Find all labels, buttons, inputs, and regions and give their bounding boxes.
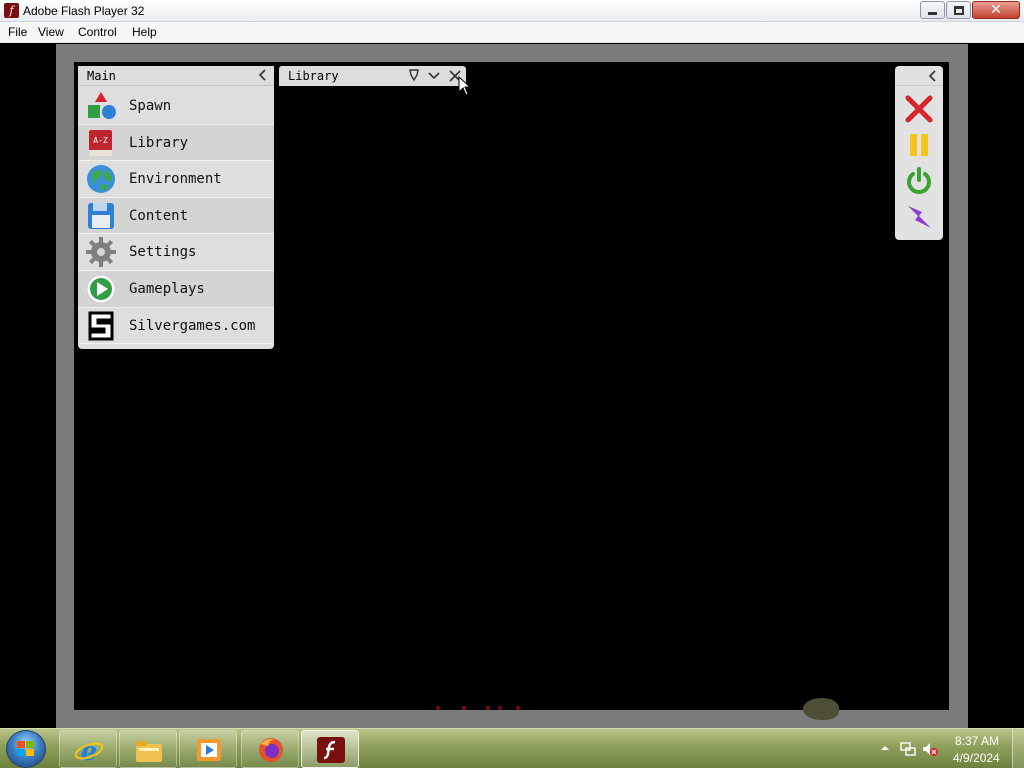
menu-row-library[interactable]: A-Z Library [78,124,274,162]
file-explorer-icon [136,741,162,762]
menu-label: Gameplays [129,280,205,297]
taskbar-media-player[interactable] [179,730,237,768]
floppy-disk-icon [88,202,114,229]
pause-icon[interactable] [904,130,934,160]
taskbar-internet-explorer[interactable]: e [59,730,117,768]
close-icon: ✕ [990,2,1002,18]
main-panel-title: Main [87,69,116,83]
network-icon[interactable] [900,741,916,757]
x-icon[interactable] [904,94,934,124]
main-panel: Main Spawn A-Z Library Environment Conte… [78,66,274,349]
start-button[interactable] [6,730,46,768]
menu-control[interactable]: Control [78,25,117,39]
mouse-cursor-icon [458,76,470,96]
tool-panel [895,66,943,240]
clock-time[interactable]: 8:37 AM [955,734,999,748]
menu-row-spawn[interactable]: Spawn [78,88,274,125]
show-desktop-button[interactable] [1012,729,1024,768]
menu-label: Silvergames.com [129,317,256,334]
lightning-icon[interactable] [904,202,934,232]
menu-row-silvergames[interactable]: Silvergames.com [78,308,274,345]
svg-text:A-Z: A-Z [93,136,108,145]
minimize-icon [928,11,937,15]
taskbar-flash-player[interactable] [301,730,359,768]
menu-file[interactable]: File [8,25,27,39]
tool-panel-header [895,66,943,86]
close-window-button[interactable]: ✕ [972,1,1020,19]
flash-player-icon: f [4,3,19,18]
pin-icon[interactable] [407,68,421,83]
maximize-icon [953,5,964,15]
desktop-screen: f Adobe Flash Player 32 ✕ File View Cont… [0,0,1024,768]
rock-object[interactable] [803,698,839,720]
library-panel-title: Library [288,69,339,83]
system-tray [876,729,1024,768]
internet-explorer-icon: e [74,737,104,764]
ground-debris [430,704,530,712]
gear-icon [86,237,116,268]
menu-label: Settings [129,244,197,261]
clock-date[interactable]: 4/9/2024 [953,751,1000,765]
taskbar-file-explorer[interactable] [119,730,177,768]
minimize-button[interactable] [920,1,945,19]
menu-bar: File View Control Help [0,22,1024,43]
window-title: Adobe Flash Player 32 [23,4,145,18]
maximize-button[interactable] [946,1,971,19]
menu-row-environment[interactable]: Environment [78,161,274,198]
menu-label: Library [129,134,189,151]
menu-label: Content [129,207,189,224]
menu-label: Spawn [129,98,172,114]
menu-row-gameplays[interactable]: Gameplays [78,270,274,308]
chevron-left-icon[interactable] [257,68,269,82]
menu-view[interactable]: View [38,25,64,39]
shapes-icon [88,92,116,119]
firefox-icon [259,738,283,762]
book-az-icon: A-Z [89,129,112,156]
chevron-left-icon[interactable] [927,69,939,83]
menu-row-settings[interactable]: Settings [78,234,274,271]
svg-text:e: e [81,737,98,764]
power-icon[interactable] [904,166,934,196]
play-icon [86,274,116,304]
flash-player-icon [317,737,345,763]
silvergames-logo-icon [88,311,114,341]
chevron-down-icon[interactable] [427,68,441,83]
windows-logo-icon [17,741,34,756]
main-panel-header: Main [78,66,274,86]
menu-label: Environment [129,171,222,188]
media-player-icon [197,739,221,761]
taskbar-firefox[interactable] [241,730,299,768]
globe-icon [87,165,115,194]
taskbar: e 8:37 AM 4/9/2024 [0,728,1024,768]
window-titlebar[interactable]: f Adobe Flash Player 32 ✕ [0,0,1024,22]
menu-row-content[interactable]: Content [78,197,274,235]
show-hidden-icons-icon[interactable] [880,743,890,753]
menu-help[interactable]: Help [132,25,157,39]
main-menu-list: Spawn A-Z Library Environment Content Se… [78,88,274,345]
library-panel-tab[interactable]: Library [279,66,466,86]
speaker-muted-icon[interactable] [922,741,938,757]
